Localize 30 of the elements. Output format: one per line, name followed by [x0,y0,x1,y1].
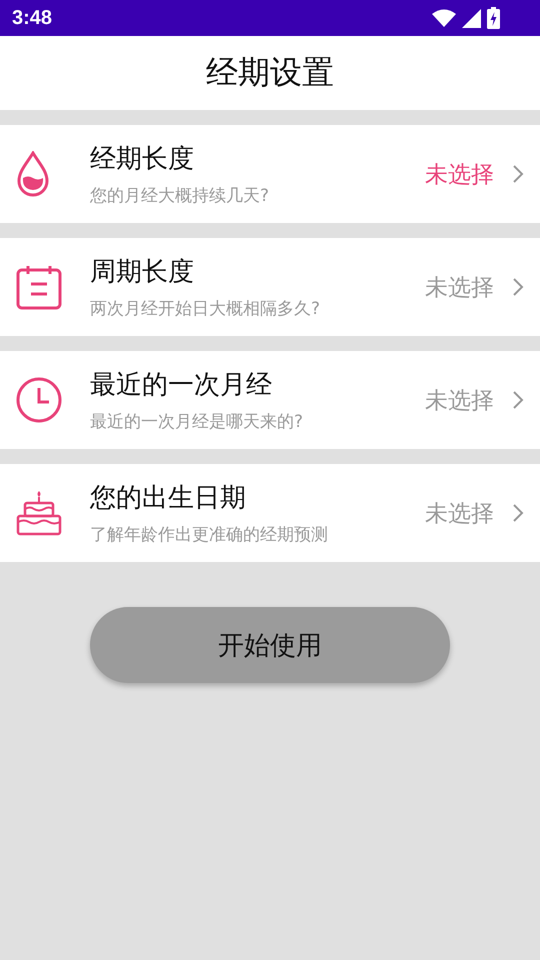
signal-icon [462,8,481,28]
page-title: 经期设置 [206,52,334,93]
battery-icon [487,7,500,29]
setting-title: 最近的一次月经 [90,369,273,402]
setting-row[interactable]: 您的出生日期 了解年龄作出更准确的经期预测 未选择 [0,464,540,562]
setting-row[interactable]: 经期长度 您的月经大概持续几天? 未选择 [0,125,540,223]
setting-title: 经期长度 [90,143,195,176]
status-time: 3:48 [12,6,52,30]
chevron-right-icon [512,503,524,523]
setting-title: 周期长度 [90,256,195,289]
setting-description: 了解年龄作出更准确的经期预测 [90,524,329,546]
chevron-right-icon [512,390,524,410]
chevron-right-icon [512,277,524,297]
clock-icon [16,377,62,423]
birthday-cake-icon [16,490,62,536]
setting-row[interactable]: 周期长度 两次月经开始日大概相隔多久? 未选择 [0,238,540,336]
setting-value: 未选择 [425,160,494,190]
chevron-right-icon [512,164,524,184]
setting-title: 您的出生日期 [90,482,247,515]
setting-value: 未选择 [425,386,494,416]
setting-description: 两次月经开始日大概相隔多久? [90,298,322,320]
setting-value: 未选择 [425,500,494,528]
setting-value: 未选择 [425,274,494,302]
start-button[interactable]: 开始使用 [90,607,450,683]
setting-description: 最近的一次月经是哪天来的? [90,411,304,433]
wifi-icon [432,9,456,27]
setting-description: 您的月经大概持续几天? [90,185,270,207]
setting-row[interactable]: 最近的一次月经 最近的一次月经是哪天来的? 未选择 [0,351,540,449]
water-drop-icon [16,151,50,197]
calendar-icon [16,264,62,310]
